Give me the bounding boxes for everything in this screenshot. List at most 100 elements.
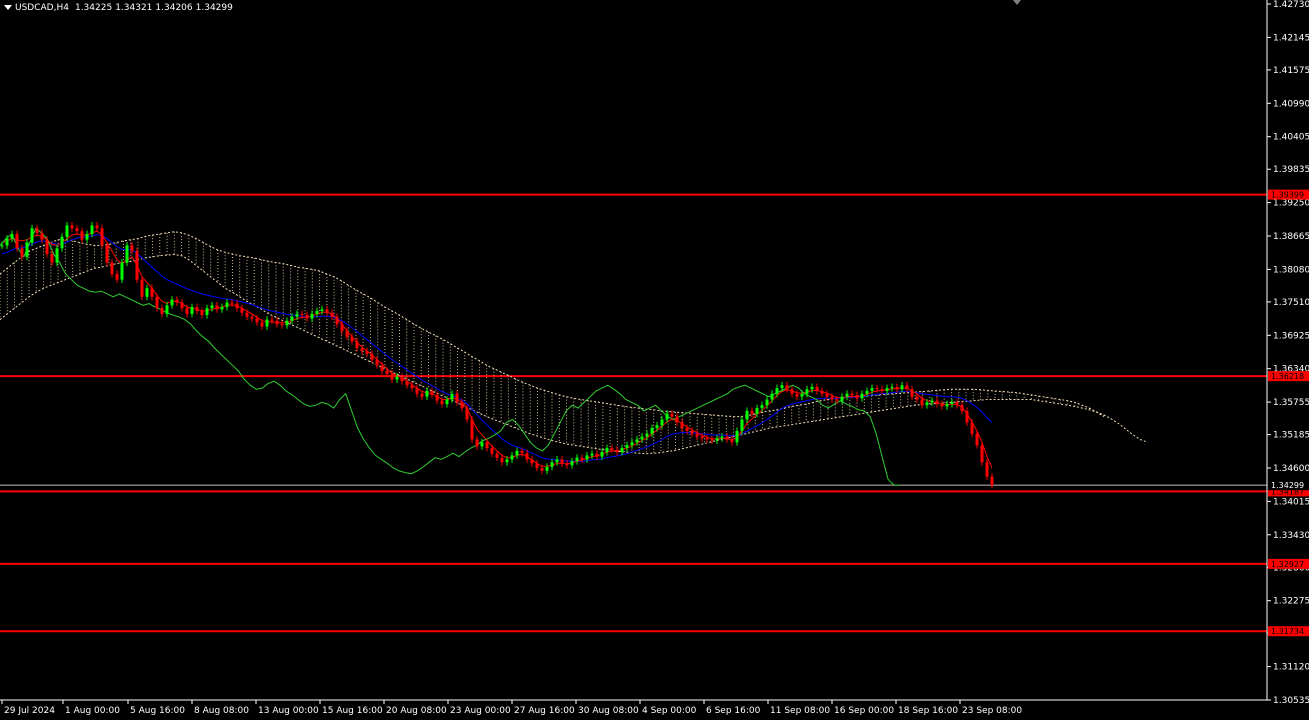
x-tick-label: 4 Sep 00:00 (642, 706, 697, 716)
candle-body (395, 376, 399, 380)
candle-body (510, 455, 514, 460)
candle-body (390, 373, 394, 380)
candle-body (210, 305, 214, 309)
x-tick-label: 23 Aug 00:00 (450, 706, 511, 716)
candle-body (550, 462, 554, 467)
x-tick-label: 8 Aug 08:00 (194, 706, 249, 716)
candle-body (30, 228, 34, 243)
y-axis-ticks: 1.42730 1.42145 1.41575 1.40990 1.40405 1.398… (1267, 0, 1309, 706)
candle-body (105, 245, 109, 263)
candle-body (50, 253, 54, 263)
candle-body (10, 234, 14, 239)
candle-body (885, 388, 889, 391)
candle-body (230, 302, 234, 304)
candle-body (130, 245, 134, 252)
symbol-label: USDCAD,H4 (15, 3, 69, 13)
candle-body (925, 402, 929, 406)
candle-body (580, 457, 584, 460)
candle-body (95, 225, 99, 229)
candle-body (875, 388, 879, 390)
candle-body (615, 449, 619, 453)
level-label: 1.32927 (1271, 560, 1304, 569)
candle-body (710, 439, 714, 441)
axes (0, 0, 1268, 701)
candle-body (500, 457, 504, 463)
candle-body (685, 428, 689, 431)
candle-body (345, 331, 349, 337)
candle-body (740, 419, 744, 431)
y-tick-label: 1.41575 (1273, 66, 1309, 76)
candle-body (605, 448, 609, 453)
candle-body (700, 436, 704, 439)
candle-body (335, 316, 339, 325)
candle-body (975, 433, 979, 446)
candle-body (270, 319, 274, 321)
candle-body (730, 439, 734, 443)
candle-body (760, 405, 764, 409)
candle-body (290, 316, 294, 321)
y-tick-label: 1.42145 (1273, 33, 1309, 43)
candle-body (515, 450, 519, 456)
candle-body (565, 463, 569, 466)
candle-body (65, 225, 69, 237)
x-tick-label: 15 Aug 16:00 (322, 706, 383, 716)
x-tick-label: 30 Aug 08:00 (578, 706, 639, 716)
candle-body (235, 303, 239, 309)
candle-body (55, 248, 59, 263)
candle-body (755, 408, 759, 414)
x-tick-label: 6 Sep 16:00 (706, 706, 761, 716)
candle-body (915, 396, 919, 400)
candle-body (190, 307, 194, 314)
candle-body (0, 245, 4, 247)
candle-body (420, 393, 424, 397)
high-value: 1.34321 (115, 3, 153, 13)
price-chart[interactable]: 1.42730 1.42145 1.41575 1.40990 1.40405 1.398… (0, 0, 1309, 720)
candle-body (585, 455, 589, 460)
candle-body (770, 393, 774, 400)
candle-body (90, 225, 94, 235)
y-tick-label: 1.38665 (1273, 232, 1309, 242)
candle-body (505, 459, 509, 463)
candle-body (170, 299, 174, 306)
candle-body (860, 393, 864, 399)
candle-body (675, 416, 679, 423)
candle-body (545, 466, 549, 471)
candle-body (375, 359, 379, 366)
candle-body (110, 262, 114, 274)
candle-body (80, 231, 84, 240)
candle-body (610, 448, 614, 450)
candle-body (20, 248, 24, 257)
candle-body (70, 225, 74, 229)
candle-body (215, 305, 219, 310)
candle-body (815, 386, 819, 391)
candle-body (240, 308, 244, 313)
level-label: 1.39399 (1271, 191, 1304, 200)
dropdown-arrow-icon[interactable] (4, 5, 12, 10)
candle-body (990, 476, 994, 486)
candle-body (855, 394, 859, 399)
candle-body (850, 393, 854, 395)
tenkan-line (1, 230, 993, 469)
x-tick-label: 27 Aug 16:00 (514, 706, 575, 716)
y-tick-label: 1.42730 (1273, 0, 1309, 10)
candle-body (440, 400, 444, 405)
close-value: 1.34299 (195, 3, 233, 13)
candle-body (870, 388, 874, 391)
candle-body (800, 393, 804, 397)
chart-window[interactable]: 1.42730 1.42145 1.41575 1.40990 1.40405 1.398… (0, 0, 1309, 720)
candle-body (665, 413, 669, 420)
candle-body (890, 386, 894, 389)
candle-body (205, 308, 209, 316)
candle-body (365, 351, 369, 354)
candle-body (785, 385, 789, 390)
candle-body (140, 279, 144, 297)
candle-body (575, 457, 579, 462)
candle-body (895, 386, 899, 390)
candle-body (525, 453, 529, 460)
candle-body (315, 311, 319, 314)
candle-body (630, 442, 634, 446)
candle-body (340, 324, 344, 332)
candle-body (250, 316, 254, 319)
y-tick-label: 1.40990 (1273, 99, 1309, 109)
candle-body (900, 385, 904, 390)
